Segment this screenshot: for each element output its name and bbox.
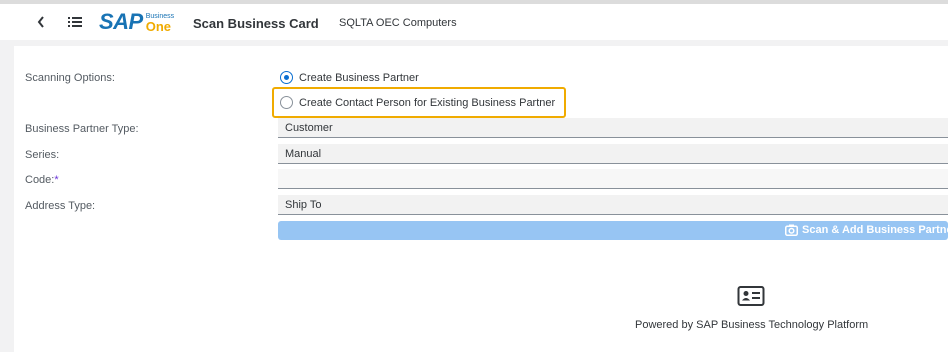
- scan-button-label: Scan & Add Business Partner: [802, 224, 948, 236]
- back-icon: [37, 16, 44, 28]
- logo-one: One: [145, 19, 172, 34]
- business-partner-type-label: Business Partner Type:: [25, 123, 139, 135]
- address-type-select[interactable]: Ship To: [278, 195, 948, 215]
- app-title: Scan Business Card: [193, 16, 319, 31]
- menu-button[interactable]: [66, 13, 84, 31]
- radio-create-business-partner[interactable]: Create Business Partner: [280, 71, 419, 84]
- required-mark: *: [54, 174, 59, 186]
- code-input[interactable]: [278, 169, 948, 189]
- series-select[interactable]: Manual: [278, 144, 948, 164]
- powered-by-text: Powered by SAP Business Technology Platf…: [635, 319, 869, 331]
- radio-create-contact-person[interactable]: Create Contact Person for Existing Busin…: [280, 96, 555, 109]
- menu-list-icon: [68, 17, 82, 27]
- shell-bar: SAP Business One Scan Business Card SQLT…: [0, 4, 948, 40]
- scanning-options-label: Scanning Options:: [25, 72, 115, 84]
- sap-business-one-logo[interactable]: SAP Business One: [99, 9, 174, 34]
- business-partner-type-value: Customer: [285, 122, 333, 134]
- radio-button-selected[interactable]: [280, 71, 293, 84]
- radio-label: Create Business Partner: [299, 71, 419, 84]
- series-label: Series:: [25, 149, 60, 161]
- code-label-text: Code:: [25, 174, 55, 186]
- company-name: SQLTA OEC Computers: [339, 17, 457, 29]
- code-label: Code:*: [25, 174, 59, 186]
- address-type-label: Address Type:: [25, 200, 96, 212]
- address-type-value: Ship To: [285, 199, 322, 211]
- camera-icon: [785, 224, 798, 236]
- series-value: Manual: [285, 148, 322, 160]
- logo-brand: SAP: [99, 9, 143, 34]
- radio-label: Create Contact Person for Existing Busin…: [299, 96, 556, 109]
- radio-button[interactable]: [280, 96, 293, 109]
- scan-add-business-partner-button[interactable]: Scan & Add Business Partner: [278, 221, 948, 240]
- business-partner-type-select[interactable]: Customer: [278, 118, 948, 138]
- back-button[interactable]: [33, 13, 49, 31]
- business-card-icon: [737, 286, 765, 306]
